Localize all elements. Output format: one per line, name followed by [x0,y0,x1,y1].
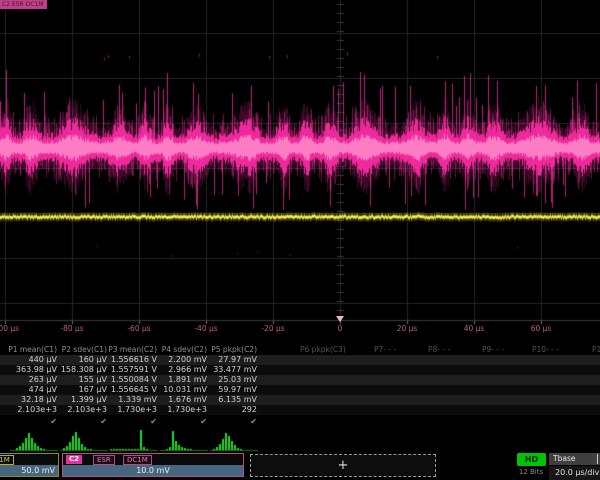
c1-coupling-badge: DC1M [0,455,14,465]
param-sdev: 1.399 µV [57,395,107,405]
param-sdev: 1.339 mV [107,395,157,405]
param-num: 2.103e+3 [57,405,107,415]
channel-descriptor-c2[interactable]: C2 ESR DC1M 10.0 mV [62,453,244,477]
time-axis-label: -100 µs [0,324,19,333]
timebase-value: 20.0 µs/div [549,466,600,480]
param-header[interactable]: P3 mean(C2) [107,345,157,355]
param-max: 10.031 mV [157,385,207,395]
oscilloscope-screen: C2 ESR DC1M -100 µs -80 µs -60 µs -40 µs -20… [0,0,600,480]
param-status-check-icon: ✔ [207,417,257,427]
param-sdev: 32.18 µV [0,395,57,405]
param-header[interactable]: P2 sdev(C1) [57,345,107,355]
hd-bits-label: 12 Bits [511,468,551,476]
waveform-grid [0,0,600,345]
time-axis-label: 40 µs [464,324,485,333]
param-status-check-icon: ✔ [0,417,57,427]
param-min: 1.550084 V [107,375,157,385]
measurement-table[interactable]: P1 mean(C1)440 µV363.98 µV263 µV474 µV32… [0,345,600,428]
param-num: 292 [207,405,257,415]
param-value: 160 µV [57,355,107,365]
time-axis-label: 0 [338,324,343,333]
add-trace-button[interactable]: + [250,454,436,477]
timebase-panel[interactable]: Tbase 20.0 µs/div [549,452,600,480]
param-header-unused[interactable]: P9- - - [482,345,504,355]
param-value: 440 µV [0,355,57,365]
param-min: 1.891 mV [157,375,207,385]
param-num: 1.730e+3 [107,405,157,415]
trace-label-badge: C2 ESR DC1M [0,0,47,9]
timebase-title: Tbase [549,453,600,465]
param-max: 59.97 mV [207,385,257,395]
c1-volts-per-div: 50.0 mV [0,465,58,476]
bottom-bar: C1 DC1M 50.0 mV C2 ESR DC1M 10.0 mV + HD… [0,452,600,480]
time-axis-label: -60 µs [127,324,150,333]
channel-descriptor-c1[interactable]: C1 DC1M 50.0 mV [0,453,59,477]
param-value: 27.97 mV [207,355,257,365]
param-max: 1.556645 V [107,385,157,395]
param-num: 1.730e+3 [157,405,207,415]
param-mean: 1.557591 V [107,365,157,375]
time-axis-label: 60 µs [531,324,552,333]
param-mean: 2.966 mV [157,365,207,375]
trigger-position-marker[interactable] [336,316,344,322]
param-max: 167 µV [57,385,107,395]
param-mean: 363.98 µV [0,365,57,375]
param-header-unused[interactable]: P6 pkpk(C3) [300,345,346,355]
timebase-separator [597,454,598,464]
param-sdev: 6.135 mV [207,395,257,405]
time-axis-label: -40 µs [194,324,217,333]
param-min: 155 µV [57,375,107,385]
param-status-check-icon: ✔ [157,417,207,427]
param-min: 263 µV [0,375,57,385]
c2-eres-badge: ESR [93,455,115,465]
param-num: 2.103e+3 [0,405,57,415]
param-mean: 158.308 µV [57,365,107,375]
param-sdev: 1.676 mV [157,395,207,405]
param-header[interactable]: P1 mean(C1) [0,345,57,355]
hd-mode-badge[interactable]: HD [517,453,546,466]
param-header-unused[interactable]: P11 [592,345,600,355]
param-value: 2.200 mV [157,355,207,365]
param-mean: 33.477 mV [207,365,257,375]
param-header-unused[interactable]: P10- - - [532,345,559,355]
c2-volts-per-div: 10.0 mV [63,465,243,476]
time-axis-label: -20 µs [261,324,284,333]
time-axis-label: 20 µs [397,324,418,333]
c1-descriptor-top: C1 DC1M [0,454,58,465]
time-axis-label: -80 µs [60,324,83,333]
c2-descriptor-top: C2 ESR DC1M [63,454,243,465]
param-header-unused[interactable]: P8- - - [428,345,450,355]
param-min: 25.03 mV [207,375,257,385]
param-value: 1.556616 V [107,355,157,365]
param-header[interactable]: P5 pkpk(C2) [207,345,257,355]
param-max: 474 µV [0,385,57,395]
measurement-histicons[interactable] [0,428,600,453]
c2-channel-badge: C2 [66,455,82,464]
param-status-check-icon: ✔ [57,417,107,427]
param-status-check-icon: ✔ [107,417,157,427]
c2-coupling-badge: DC1M [123,455,152,465]
param-header[interactable]: P4 sdev(C2) [157,345,207,355]
param-header-unused[interactable]: P7- - - [374,345,396,355]
time-axis: -100 µs -80 µs -60 µs -40 µs -20 µs 0 20 µs 40 … [0,322,600,336]
